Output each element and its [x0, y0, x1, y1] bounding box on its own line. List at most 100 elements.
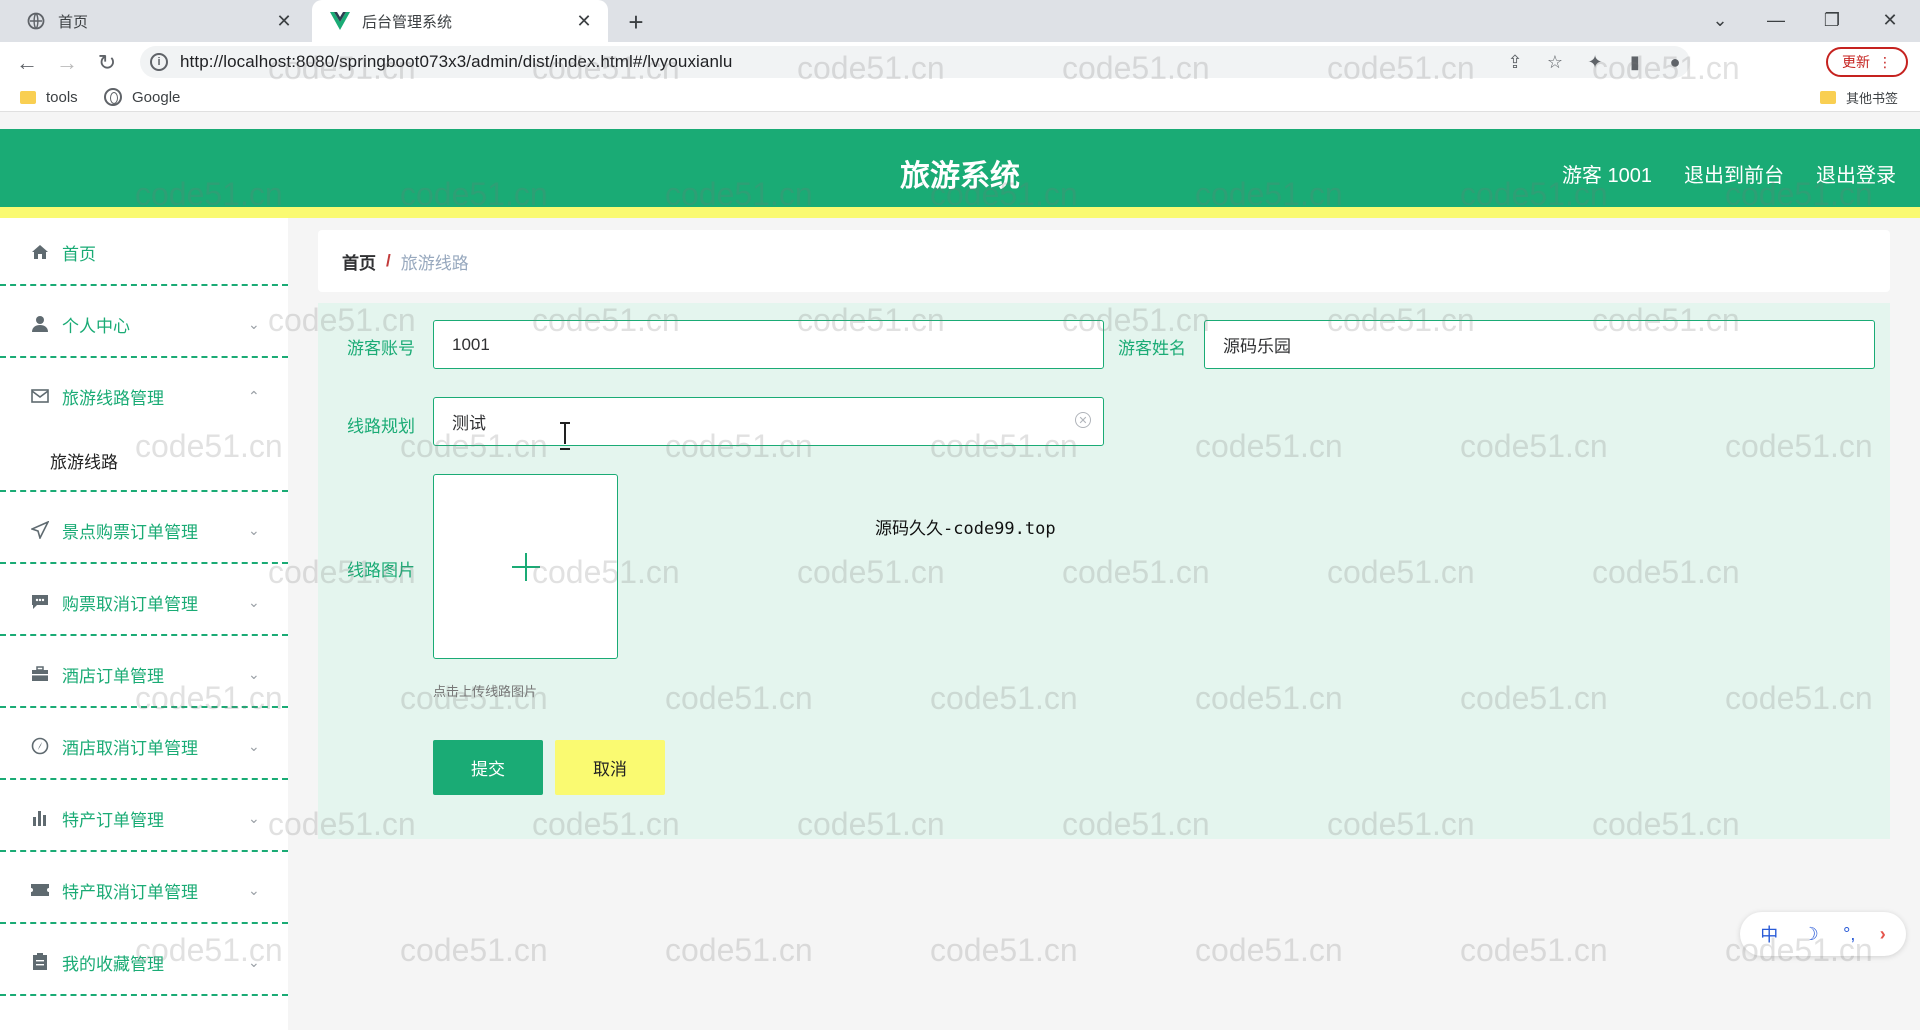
- window-close-icon[interactable]: ✕: [1870, 6, 1910, 34]
- other-bookmarks-label: 其他书签: [1846, 90, 1899, 106]
- divider: [0, 284, 288, 286]
- back-to-frontend-link[interactable]: 退出到前台: [1684, 159, 1784, 188]
- breadcrumb-separator: /: [386, 251, 391, 270]
- sidebar-item-home[interactable]: 首页: [0, 236, 288, 268]
- new-tab-icon[interactable]: +: [622, 7, 650, 37]
- divider: [0, 562, 288, 564]
- watermark-text: code51.cn: [1195, 932, 1343, 968]
- ime-lang[interactable]: 中: [1760, 921, 1778, 947]
- omnibox[interactable]: i http://localhost:8080/springboot073x3/…: [140, 46, 1690, 78]
- name-label: 游客姓名: [1118, 339, 1186, 358]
- watermark-text: code51.cn: [665, 932, 813, 968]
- sidebar-item-label: 首页: [62, 244, 96, 264]
- app-header: 旅游系统 游客 1001 退出到前台 退出登录: [0, 129, 1920, 218]
- bar-chart-icon: [30, 808, 50, 828]
- text-cursor-icon: [560, 422, 570, 450]
- clipboard-icon: [30, 952, 50, 972]
- chevron-down-icon: ⌄: [248, 665, 260, 682]
- address-bar-row: ← → ↻ i http://localhost:8080/springboot…: [0, 42, 1920, 82]
- tab-title: 首页: [58, 13, 89, 31]
- back-icon[interactable]: ←: [12, 48, 42, 78]
- reload-icon[interactable]: ↻: [92, 48, 122, 78]
- star-icon[interactable]: ☆: [1540, 47, 1570, 77]
- divider: [0, 490, 288, 492]
- sidebar-item-ticket-cancel[interactable]: 购票取消订单管理 ⌄: [0, 586, 288, 618]
- restore-icon[interactable]: ❐: [1812, 6, 1852, 34]
- other-bookmarks[interactable]: 其他书签: [1820, 87, 1898, 107]
- chevron-down-icon: ⌄: [248, 953, 260, 970]
- sidebar-item-hotel-cancel[interactable]: 酒店取消订单管理 ⌄: [0, 730, 288, 762]
- tab-search-chevron-icon[interactable]: ⌄: [1700, 6, 1740, 34]
- briefcase-icon: [30, 664, 50, 684]
- cancel-button[interactable]: 取消: [555, 740, 665, 795]
- submit-button[interactable]: 提交: [433, 740, 543, 795]
- sidebar-item-label: 购票取消订单管理: [62, 594, 198, 614]
- clear-icon[interactable]: ✕: [1075, 412, 1091, 428]
- sidebar: 首页 个人中心 ⌄ 旅游线路管理 ⌃ 旅游线路 景点购票订单管理 ⌄ 购票取消订…: [0, 218, 288, 1030]
- divider: [0, 994, 288, 996]
- url-text[interactable]: http://localhost:8080/springboot073x3/ad…: [180, 52, 732, 72]
- watermark-text: code51.cn: [930, 932, 1078, 968]
- bookmarks-bar: tools Google 其他书签: [0, 82, 1920, 112]
- sidebar-item-specialty-cancel[interactable]: 特产取消订单管理 ⌄: [0, 874, 288, 906]
- globe-icon: [26, 11, 46, 31]
- sidebar-item-profile[interactable]: 个人中心 ⌄: [0, 308, 288, 340]
- watermark-text: code51.cn: [1460, 932, 1608, 968]
- browser-tab-admin[interactable]: 后台管理系统 ✕: [312, 0, 608, 42]
- sidebar-item-hotel-orders[interactable]: 酒店订单管理 ⌄: [0, 658, 288, 690]
- divider: [0, 706, 288, 708]
- profile-icon[interactable]: ●: [1660, 47, 1690, 77]
- sidebar-item-label: 景点购票订单管理: [62, 522, 198, 542]
- sidebar-item-specialty-orders[interactable]: 特产订单管理 ⌄: [0, 802, 288, 834]
- extensions-icon[interactable]: ✦: [1580, 47, 1610, 77]
- image-upload[interactable]: [433, 474, 618, 659]
- sidebar-item-label: 旅游线路管理: [62, 388, 164, 408]
- chevron-down-icon: ⌄: [248, 593, 260, 610]
- sidebar-item-label: 酒店订单管理: [62, 666, 164, 686]
- home-icon: [30, 242, 50, 262]
- ime-toolbar[interactable]: 中 ☽ °, ›: [1740, 912, 1906, 956]
- sidebar-item-ticket-orders[interactable]: 景点购票订单管理 ⌄: [0, 514, 288, 546]
- current-user: 游客 1001: [1561, 165, 1652, 187]
- bookmark-label: Google: [132, 88, 181, 106]
- forward-icon[interactable]: →: [52, 48, 82, 78]
- name-field[interactable]: 源码乐园: [1204, 320, 1875, 369]
- account-value: 1001: [452, 334, 490, 354]
- browser-tab-bar: 首页 ✕ 后台管理系统 ✕ + ⌄ — ❐ ✕: [0, 0, 1920, 42]
- chevron-up-icon: ⌃: [248, 387, 260, 404]
- send-icon: [30, 520, 50, 540]
- route-input[interactable]: 测试 ✕: [433, 397, 1104, 446]
- envelope-icon: [30, 386, 50, 406]
- browser-tab-home[interactable]: 首页 ✕: [8, 0, 308, 42]
- sidebar-subitem-route[interactable]: 旅游线路: [50, 448, 118, 473]
- breadcrumb: 首页 / 旅游线路: [318, 230, 1890, 292]
- vue-logo-icon: [330, 11, 350, 31]
- divider: [0, 922, 288, 924]
- divider: [0, 634, 288, 636]
- moon-icon[interactable]: ☽: [1803, 924, 1819, 945]
- bookmark-google[interactable]: Google: [104, 87, 180, 107]
- route-label: 线路规划: [347, 417, 415, 436]
- share-icon[interactable]: ⇪: [1500, 47, 1530, 77]
- chevron-right-icon[interactable]: ›: [1880, 924, 1886, 945]
- account-field[interactable]: 1001: [433, 320, 1104, 369]
- chat-icon: [30, 592, 50, 612]
- update-button[interactable]: 更新 ⋮: [1826, 47, 1908, 77]
- site-info-icon[interactable]: i: [150, 53, 168, 71]
- close-icon[interactable]: ✕: [574, 11, 594, 31]
- side-panel-icon[interactable]: ▮: [1620, 47, 1650, 77]
- folder-icon: [1820, 90, 1836, 104]
- minimize-icon[interactable]: —: [1756, 6, 1796, 34]
- breadcrumb-home[interactable]: 首页: [342, 249, 376, 274]
- punctuation-icon[interactable]: °,: [1843, 924, 1855, 945]
- ticket-icon: [30, 880, 50, 900]
- watermark-text: code51.cn: [400, 932, 548, 968]
- close-icon[interactable]: ✕: [274, 11, 294, 31]
- logout-link[interactable]: 退出登录: [1816, 159, 1896, 188]
- sidebar-item-favorites[interactable]: 我的收藏管理 ⌄: [0, 946, 288, 978]
- sidebar-item-route-mgmt[interactable]: 旅游线路管理 ⌃: [0, 380, 288, 412]
- chevron-down-icon: ⌄: [248, 315, 260, 332]
- chevron-down-icon: ⌄: [248, 521, 260, 538]
- bookmark-tools[interactable]: tools: [20, 87, 78, 107]
- image-label: 线路图片: [347, 561, 415, 580]
